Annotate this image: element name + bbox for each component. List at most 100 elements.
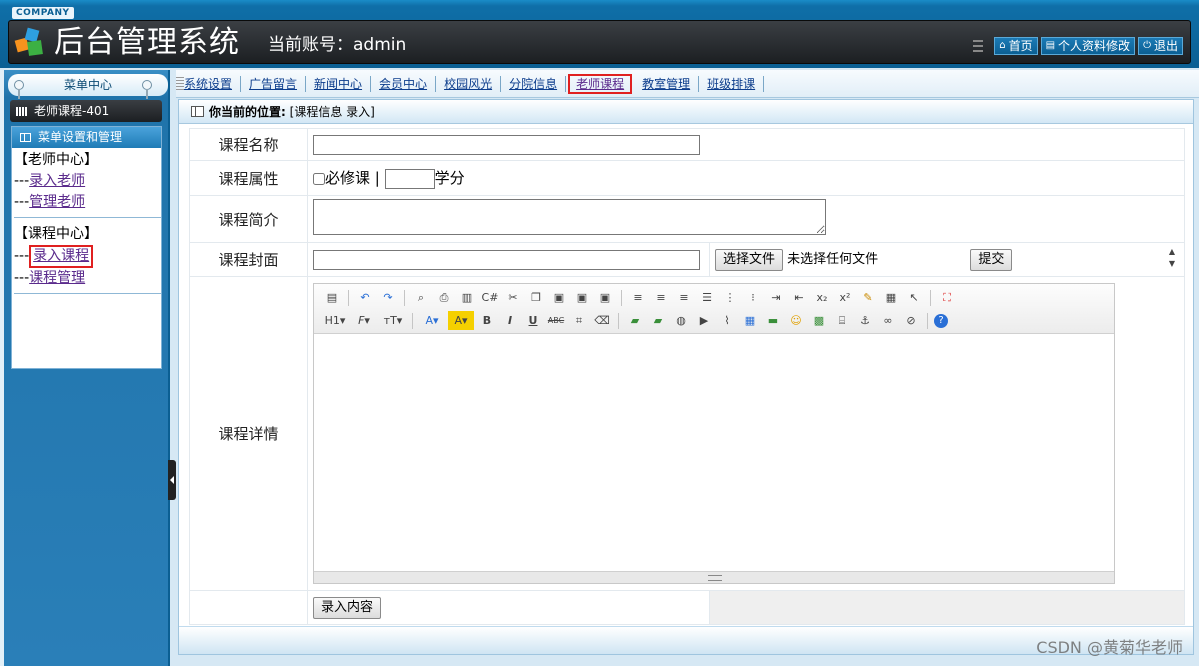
logout-button[interactable]: ⏻ 退出 — [1138, 37, 1183, 55]
tab-member-center[interactable]: 会员中心 — [371, 76, 437, 92]
scroll-spinner-icon[interactable]: ▲ ▼ — [1165, 246, 1179, 272]
pointer-icon[interactable]: ↖ — [904, 288, 924, 307]
flash-icon[interactable]: ◍ — [671, 311, 691, 330]
grip-icon — [973, 40, 984, 52]
paste-text-icon[interactable]: ▣ — [572, 288, 592, 307]
map-icon[interactable]: ▩ — [809, 311, 829, 330]
credit-unit: 学分 — [434, 169, 465, 188]
outdent-icon[interactable]: ⇤ — [789, 288, 809, 307]
undo-icon[interactable]: ↶ — [355, 288, 375, 307]
sidebar-collapse-toggle[interactable] — [168, 460, 176, 500]
bold-icon[interactable]: B — [477, 311, 497, 330]
template-icon[interactable]: ▥ — [457, 288, 477, 307]
paste-word-icon[interactable]: ▣ — [595, 288, 615, 307]
home-button[interactable]: ⌂ 首页 — [994, 37, 1038, 55]
current-course-tab[interactable]: 老师课程-401 — [10, 100, 162, 122]
toolbar-row: H1▾ F▾ тT▾ A▾ A▾ B I U ABC ⌗ ⌫ ▰ ▰ ◍ ▶ ⌇… — [322, 311, 948, 330]
attachment-icon[interactable]: ⌇ — [717, 311, 737, 330]
logout-label: 退出 — [1153, 39, 1178, 53]
tab-teacher-course[interactable]: 老师课程 — [568, 74, 633, 94]
tab-news-center[interactable]: 新闻中心 — [306, 76, 372, 92]
subscript-icon[interactable]: x₂ — [812, 288, 832, 307]
credit-input[interactable] — [384, 168, 435, 189]
highlight-color-icon[interactable]: A▾ — [448, 311, 474, 330]
strikethrough-icon[interactable]: ABC — [546, 311, 566, 330]
current-course-label: 老师课程-401 — [34, 104, 110, 118]
copy-icon[interactable]: ❐ — [526, 288, 546, 307]
cut-icon[interactable]: ✂ — [503, 288, 523, 307]
select-all-icon[interactable]: ▦ — [881, 288, 901, 307]
justify-left-icon[interactable]: ≡ — [628, 288, 648, 307]
menu-box-title-text: 菜单设置和管理 — [38, 130, 123, 144]
page-break-icon[interactable]: ⌸ — [832, 311, 852, 330]
empty-cell — [189, 590, 308, 625]
emoticon-icon[interactable]: ☺ — [786, 311, 806, 330]
preview-icon[interactable]: ⌕ — [411, 288, 431, 307]
italic-icon[interactable]: I — [500, 311, 520, 330]
resize-handle-icon[interactable] — [708, 575, 722, 581]
font-color-icon[interactable]: A▾ — [419, 311, 445, 330]
redo-icon[interactable]: ↷ — [378, 288, 398, 307]
paste-icon[interactable]: ▣ — [549, 288, 569, 307]
link-manage-teacher[interactable]: 管理老师 — [29, 194, 85, 210]
submit-button[interactable]: 提交 — [970, 249, 1013, 271]
eraser-icon[interactable]: ⌫ — [592, 311, 612, 330]
font-family-dropdown[interactable]: F▾ — [351, 311, 377, 330]
table-icon[interactable]: ▦ — [740, 311, 760, 330]
code-icon[interactable]: C# — [480, 288, 500, 307]
source-icon[interactable]: ▤ — [322, 288, 342, 307]
course-name-input[interactable] — [313, 134, 700, 155]
tab-system-settings[interactable]: 系统设置 — [182, 76, 242, 92]
top-nav: 系统设置 广告留言 新闻中心 会员中心 校园风光 分院信息 老师课程 教室管理 … — [176, 70, 1199, 98]
item-prefix: --- — [14, 173, 30, 189]
unlink-icon[interactable]: ⊘ — [901, 311, 921, 330]
hr-icon[interactable]: ▬ — [763, 311, 783, 330]
anchor-icon[interactable]: ⚓ — [855, 311, 875, 330]
required-checkbox[interactable] — [313, 172, 325, 185]
justify-center-icon[interactable]: ≡ — [651, 288, 671, 307]
link-course-manage[interactable]: 课程管理 — [29, 270, 85, 286]
system-title: 后台管理系统 — [54, 25, 240, 60]
item-prefix: --- — [14, 270, 30, 286]
tab-ads-messages[interactable]: 广告留言 — [241, 76, 307, 92]
justify-full-icon[interactable]: ☰ — [697, 288, 717, 307]
course-intro-textarea[interactable] — [313, 199, 826, 235]
nav-tabs: 系统设置 广告留言 新闻中心 会员中心 校园风光 分院信息 老师课程 教室管理 … — [182, 74, 765, 94]
toolbar-separator — [348, 289, 349, 306]
media-icon[interactable]: ▶ — [694, 311, 714, 330]
tab-class-schedule[interactable]: 班级排课 — [699, 76, 765, 92]
underline-icon[interactable]: U — [523, 311, 543, 330]
image-icon[interactable]: ▰ — [625, 311, 645, 330]
ordered-list-icon[interactable]: ⋮ — [720, 288, 740, 307]
link-icon[interactable]: ∞ — [878, 311, 898, 330]
tab-campus[interactable]: 校园风光 — [436, 76, 502, 92]
list-item: ---课程管理 — [14, 268, 161, 289]
unordered-list-icon[interactable]: ⁝ — [743, 288, 763, 307]
multi-image-icon[interactable]: ▰ — [648, 311, 668, 330]
tab-branch-info[interactable]: 分院信息 — [501, 76, 567, 92]
help-icon[interactable]: ? — [934, 313, 948, 328]
tab-classroom[interactable]: 教室管理 — [634, 76, 700, 92]
toolbar-row: ▤ ↶ ↷ ⌕ ⎙ ▥ C# ✂ ❐ ▣ ▣ ▣ ≡ ≡ ≡ ☰ ⋮ ⁝ ⇥ ⇤… — [322, 288, 957, 307]
editor-content-area[interactable] — [314, 334, 1114, 571]
print-icon[interactable]: ⎙ — [434, 288, 454, 307]
font-size-dropdown[interactable]: тT▾ — [380, 311, 406, 330]
link-add-course[interactable]: 录入课程 — [33, 248, 89, 264]
format-painter-icon[interactable]: ⌗ — [569, 311, 589, 330]
editor-resize-bar[interactable] — [314, 571, 1114, 583]
heading-dropdown[interactable]: H1▾ — [322, 311, 348, 330]
profile-icon: ▤ — [1045, 40, 1056, 51]
choose-file-button[interactable]: 选择文件 — [715, 249, 784, 271]
list-item: ---录入老师 — [14, 171, 161, 192]
form-field — [307, 242, 710, 277]
profile-button[interactable]: ▤ 个人资料修改 — [1040, 37, 1136, 55]
save-content-button[interactable]: 录入内容 — [313, 596, 382, 619]
indent-icon[interactable]: ⇥ — [766, 288, 786, 307]
course-cover-input[interactable] — [313, 249, 700, 270]
clear-format-icon[interactable]: ✎ — [858, 288, 878, 307]
superscript-icon[interactable]: x² — [835, 288, 855, 307]
form-field: 必修课 | 学分 — [307, 160, 1185, 196]
link-add-teacher[interactable]: 录入老师 — [29, 173, 85, 189]
justify-right-icon[interactable]: ≡ — [674, 288, 694, 307]
fullscreen-icon[interactable]: ⛶ — [937, 288, 957, 307]
